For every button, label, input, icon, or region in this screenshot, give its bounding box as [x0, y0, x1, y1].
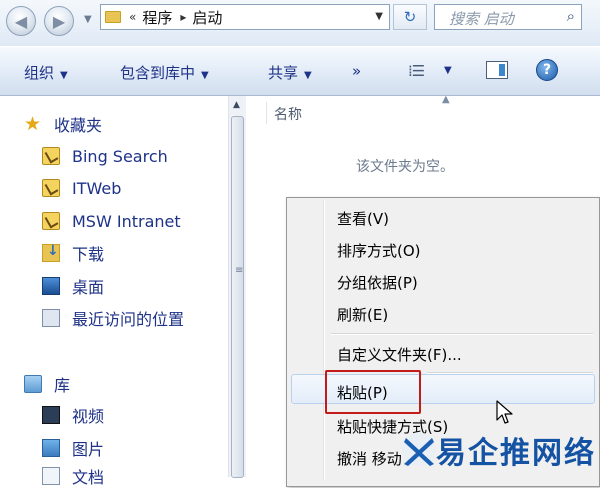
- menu-item-refresh[interactable]: 刷新(E): [337, 304, 388, 325]
- refresh-icon: ↻: [403, 8, 417, 26]
- menu-item-customize-folder[interactable]: 自定义文件夹(F)...: [337, 344, 462, 365]
- link-shortcut-icon: [42, 147, 60, 165]
- column-divider: [266, 102, 267, 124]
- share-label: 共享: [268, 64, 299, 82]
- nav-pane-scrollbar[interactable]: ▲ ≡: [228, 96, 246, 478]
- watermark-text: 易企推网络: [436, 436, 596, 471]
- paste-highlight-annotation: [325, 370, 421, 414]
- nav-item-label: 图片: [72, 440, 105, 459]
- documents-library-icon: [42, 467, 60, 485]
- library-icon: [24, 375, 42, 393]
- desktop-icon: [42, 277, 60, 295]
- nav-item-label: 下载: [72, 245, 105, 264]
- preview-pane-icon[interactable]: [486, 61, 508, 79]
- navigation-pane: ★ 收藏夹 Bing Search ITWeb MSW Intranet 下载 …: [0, 96, 228, 487]
- nav-item-documents[interactable]: 文档: [42, 464, 104, 488]
- organize-label: 组织: [24, 64, 55, 82]
- breadcrumb-chevron-icon[interactable]: ▸: [180, 10, 186, 24]
- empty-folder-message: 该文件夹为空。: [356, 159, 454, 175]
- nav-item-pictures[interactable]: 图片: [42, 436, 104, 460]
- scrollbar-thumb[interactable]: ≡: [231, 116, 244, 478]
- nav-libraries[interactable]: 库: [24, 372, 70, 396]
- search-placeholder: 搜索 启动: [449, 10, 514, 28]
- nav-item-downloads[interactable]: 下载: [42, 241, 104, 265]
- address-box[interactable]: « 程序 ▸ 启动 ▼: [100, 4, 390, 30]
- link-shortcut-icon: [42, 179, 60, 197]
- nav-item-desktop[interactable]: 桌面: [42, 274, 104, 298]
- address-dropdown-icon[interactable]: ▼: [375, 11, 383, 22]
- include-in-library-label: 包含到库中: [120, 64, 196, 82]
- nav-item-itweb[interactable]: ITWeb: [42, 176, 121, 200]
- share-button[interactable]: 共享 ▼: [268, 62, 312, 83]
- nav-item-label: Bing Search: [72, 146, 168, 166]
- change-view-icon[interactable]: ⁞☰: [408, 62, 425, 80]
- breadcrumb-item-startup[interactable]: 启动: [192, 7, 222, 28]
- nav-item-label: MSW Intranet: [72, 211, 181, 231]
- folder-icon: [105, 11, 121, 23]
- nav-favorites[interactable]: ★ 收藏夹: [24, 112, 102, 136]
- pictures-library-icon: [42, 439, 60, 457]
- watermark: 易企推网络: [384, 420, 600, 477]
- back-arrow-icon: ◀: [14, 11, 28, 31]
- nav-item-bing-search[interactable]: Bing Search: [42, 144, 168, 168]
- column-header-name[interactable]: 名称: [274, 104, 302, 124]
- nav-item-label: 最近访问的位置: [72, 310, 185, 329]
- nav-item-recent-places[interactable]: 最近访问的位置: [42, 306, 184, 330]
- nav-favorites-label: 收藏夹: [54, 116, 103, 135]
- downloads-folder-icon: [42, 243, 60, 262]
- address-bar: ◀ ▶ ▼ « 程序 ▸ 启动 ▼ ↻ 搜索 启动 ⌕: [0, 0, 600, 46]
- breadcrumb-item-programs[interactable]: 程序: [142, 7, 172, 28]
- star-icon: ★: [24, 113, 42, 135]
- sort-ascending-icon: ▲: [442, 94, 450, 105]
- recent-places-icon: [42, 309, 60, 327]
- scrollbar-grip-icon: ≡: [235, 265, 244, 276]
- organize-button[interactable]: 组织 ▼: [24, 62, 68, 83]
- chevron-down-icon: ▼: [60, 70, 68, 81]
- link-shortcut-icon: [42, 212, 60, 230]
- help-icon[interactable]: ?: [536, 59, 558, 81]
- forward-arrow-icon: ▶: [52, 11, 66, 31]
- forward-button[interactable]: ▶: [44, 6, 74, 36]
- watermark-logo-icon: [402, 432, 436, 466]
- nav-item-msw-intranet[interactable]: MSW Intranet: [42, 209, 181, 233]
- menu-item-view[interactable]: 查看(V): [337, 208, 389, 229]
- chevron-down-icon: ▼: [201, 70, 209, 81]
- menu-item-sort-by[interactable]: 排序方式(O): [337, 240, 421, 261]
- search-icon[interactable]: ⌕: [567, 7, 575, 25]
- scroll-up-arrow-icon[interactable]: ▲: [233, 100, 240, 110]
- menu-separator: [427, 372, 593, 374]
- nav-libraries-label: 库: [54, 376, 71, 395]
- menu-separator: [331, 333, 593, 335]
- nav-item-label: 文档: [72, 468, 105, 487]
- breadcrumb-overflow[interactable]: «: [129, 10, 136, 24]
- include-in-library-button[interactable]: 包含到库中 ▼: [120, 62, 209, 83]
- menu-item-group-by[interactable]: 分组依据(P): [337, 272, 418, 293]
- menu-gutter: [323, 200, 325, 480]
- video-library-icon: [42, 406, 60, 424]
- chevron-down-icon: ▼: [304, 70, 312, 81]
- nav-item-label: ITWeb: [72, 178, 122, 198]
- command-toolbar: 组织 ▼ 包含到库中 ▼ 共享 ▼ » ⁞☰ ▼ ?: [0, 46, 600, 96]
- view-options-chevron-icon[interactable]: ▼: [444, 65, 452, 76]
- recent-pages-dropdown-icon[interactable]: ▼: [84, 14, 92, 25]
- nav-item-videos[interactable]: 视频: [42, 403, 104, 427]
- nav-item-label: 桌面: [72, 278, 105, 297]
- nav-item-label: 视频: [72, 407, 105, 426]
- refresh-button[interactable]: ↻: [393, 4, 427, 30]
- search-input[interactable]: 搜索 启动 ⌕: [434, 4, 582, 30]
- back-button[interactable]: ◀: [6, 6, 36, 36]
- more-commands-button[interactable]: »: [352, 62, 361, 80]
